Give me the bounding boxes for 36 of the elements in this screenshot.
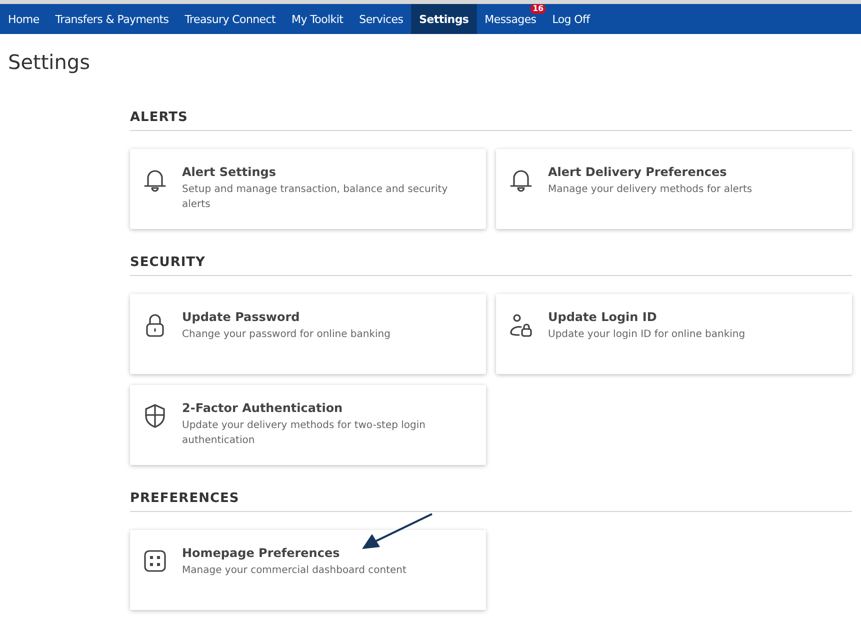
settings-card[interactable]: Homepage Preferences Manage your commercial dashboard content bbox=[130, 530, 486, 610]
bell-icon bbox=[142, 167, 168, 193]
card-title: 2-Factor Authentication bbox=[182, 401, 344, 415]
card-description: Manage your commercial dashboard content bbox=[182, 564, 406, 578]
grid-icon bbox=[142, 548, 168, 574]
nav-tab[interactable]: Log Off bbox=[544, 4, 598, 34]
card-title: Update Login ID bbox=[548, 310, 658, 324]
nav-tab[interactable]: Treasury Connect bbox=[176, 4, 284, 34]
bell-icon bbox=[508, 167, 534, 193]
user-lock-icon bbox=[508, 312, 534, 338]
settings-card[interactable]: 2-Factor Authentication Update your delivery methods for two-step login authentication bbox=[130, 385, 486, 465]
nav-tab[interactable]: Services bbox=[351, 4, 412, 34]
settings-card[interactable]: Alert Delivery Preferences Manage your delivery methods for alerts bbox=[496, 149, 852, 229]
card-description: Manage your delivery methods for alerts bbox=[548, 183, 752, 197]
card-description: Update your delivery methods for two-step login authentication bbox=[182, 419, 427, 448]
page-title: Settings bbox=[8, 50, 92, 76]
message-count: 16 bbox=[530, 4, 546, 14]
nav-tab[interactable]: Home bbox=[0, 4, 48, 34]
card-title: Alert Delivery Preferences bbox=[548, 165, 728, 179]
settings-card[interactable]: Update Login ID Update your login ID for online banking bbox=[496, 294, 852, 374]
card-description: Change your password for online banking bbox=[182, 328, 390, 342]
shield-icon bbox=[142, 403, 168, 429]
nav-tab[interactable]: Messages 16 bbox=[476, 4, 544, 34]
nav-tab[interactable]: Settings bbox=[411, 4, 477, 34]
nav-tab[interactable]: My Toolkit bbox=[284, 4, 352, 34]
settings-card[interactable]: Alert Settings Setup and manage transaction, balance and security alerts bbox=[130, 149, 486, 229]
nav-tab[interactable]: Transfers & Payments bbox=[47, 4, 177, 34]
section-heading: ALERTS bbox=[130, 110, 852, 131]
card-title: Homepage Preferences bbox=[182, 546, 341, 560]
settings-card[interactable]: Update Password Change your password for online banking bbox=[130, 294, 486, 374]
section-heading: SECURITY bbox=[130, 255, 852, 276]
card-title: Alert Settings bbox=[182, 165, 278, 179]
card-title: Update Password bbox=[182, 310, 301, 324]
card-description: Update your login ID for online banking bbox=[548, 328, 746, 342]
section-heading: PREFERENCES bbox=[130, 491, 852, 512]
card-description: Setup and manage transaction, balance and security alerts bbox=[182, 183, 449, 212]
